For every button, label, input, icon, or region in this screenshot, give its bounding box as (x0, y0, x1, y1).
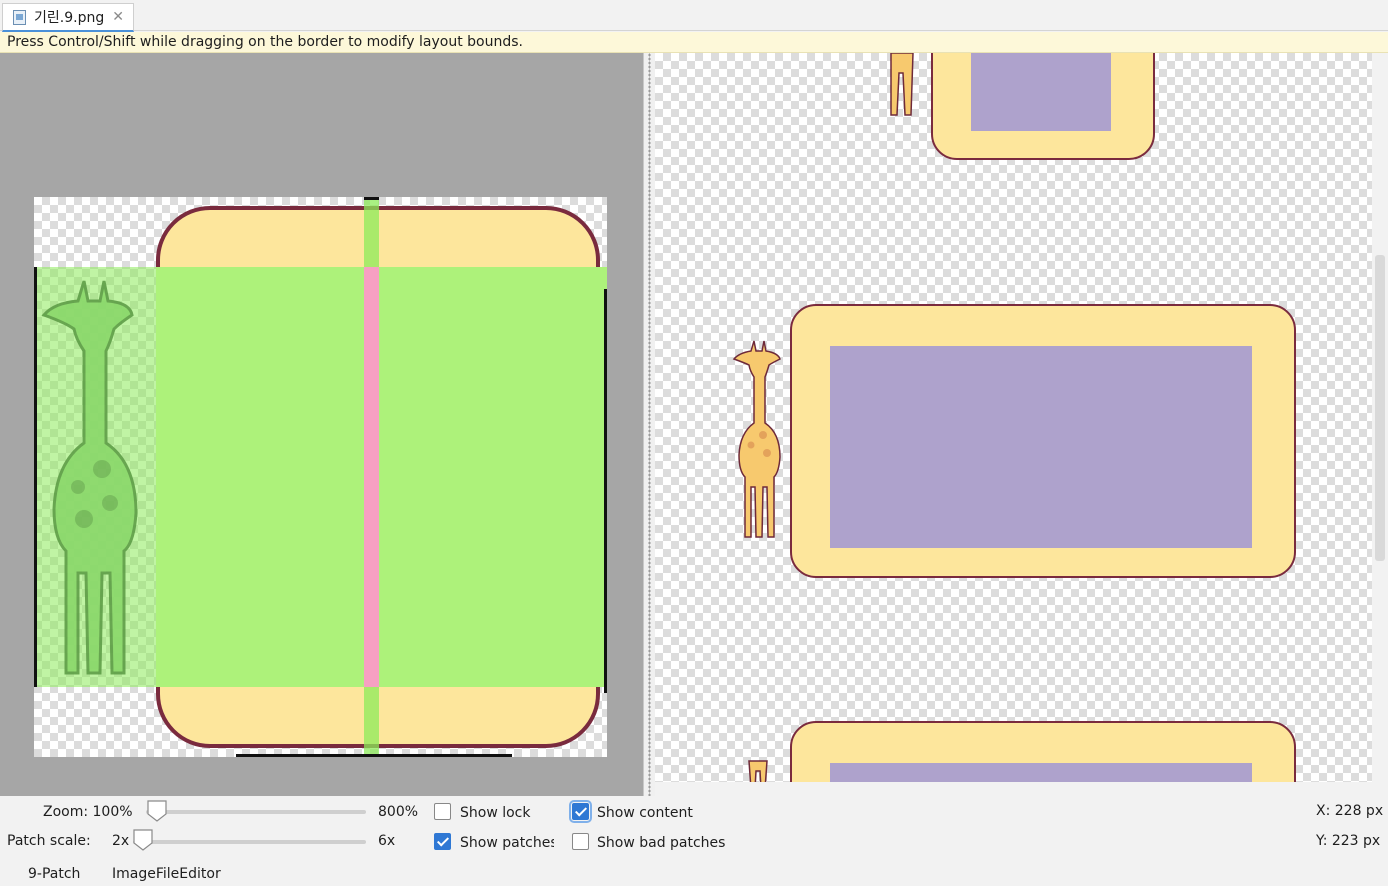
zoom-label: Zoom: 100% (43, 804, 133, 820)
close-icon[interactable]: ✕ (112, 9, 124, 25)
giraffe-image (41, 280, 138, 675)
tab-file[interactable]: 기린.9.png ✕ (2, 3, 134, 32)
control-bar: Zoom: 100% 800% Patch scale: 2x 6x Show … (0, 796, 1388, 886)
x-coordinate-readout: X: 228 px (1316, 803, 1384, 819)
patch-guide-top (364, 197, 379, 200)
show-patches-label[interactable]: Show patches (460, 835, 554, 851)
preview-vertical-scrollbar[interactable] (1372, 53, 1388, 782)
show-bad-patches-label[interactable]: Show bad patches (597, 835, 725, 851)
hint-bar: Press Control/Shift while dragging on th… (0, 32, 1388, 53)
ninepatch-image[interactable] (34, 197, 607, 757)
ninepatch-editor-pane[interactable] (0, 53, 643, 796)
tab-image-file-editor[interactable]: ImageFileEditor (112, 866, 221, 882)
preview-bottom (790, 721, 1296, 782)
preview-middle (790, 304, 1296, 578)
patch-guide-bottom (236, 754, 512, 757)
patch-guide-left (34, 267, 37, 687)
giraffe-preview-middle (732, 340, 781, 538)
giraffe-preview-bottom (748, 760, 768, 782)
editor-tab-bar: 기린.9.png ✕ (0, 0, 1388, 32)
patch-scale-max-label: 6x (378, 833, 396, 849)
show-lock-checkbox[interactable] (434, 803, 451, 820)
patch-horizontal-band-solid (156, 267, 607, 687)
patch-stretch-cross (364, 267, 379, 687)
zoom-max-label: 800% (378, 804, 419, 820)
show-content-label[interactable]: Show content (597, 805, 693, 821)
file-icon (13, 9, 26, 25)
scrollbar-thumb[interactable] (1375, 255, 1385, 561)
zoom-slider-track[interactable] (146, 810, 366, 814)
tab-title: 기린.9.png (34, 10, 105, 26)
patch-guide-right (604, 289, 607, 693)
pane-splitter[interactable] (643, 53, 655, 796)
patch-scale-slider-track[interactable] (133, 840, 366, 844)
patch-scale-slider-knob[interactable] (133, 829, 153, 851)
patch-scale-min-label: 2x (112, 833, 130, 849)
patch-scale-label: Patch scale: (7, 833, 91, 849)
show-bad-patches-checkbox[interactable] (572, 833, 589, 850)
show-patches-checkbox[interactable] (434, 833, 451, 850)
preview-top (931, 53, 1155, 160)
show-lock-label[interactable]: Show lock (460, 805, 531, 821)
ninepatch-preview-pane (655, 53, 1372, 782)
tab-9-patch[interactable]: 9-Patch (28, 866, 80, 882)
y-coordinate-readout: Y: 223 px (1316, 833, 1381, 849)
zoom-slider-knob[interactable] (147, 800, 167, 822)
show-content-checkbox[interactable] (569, 800, 592, 823)
giraffe-preview-top (890, 53, 914, 116)
